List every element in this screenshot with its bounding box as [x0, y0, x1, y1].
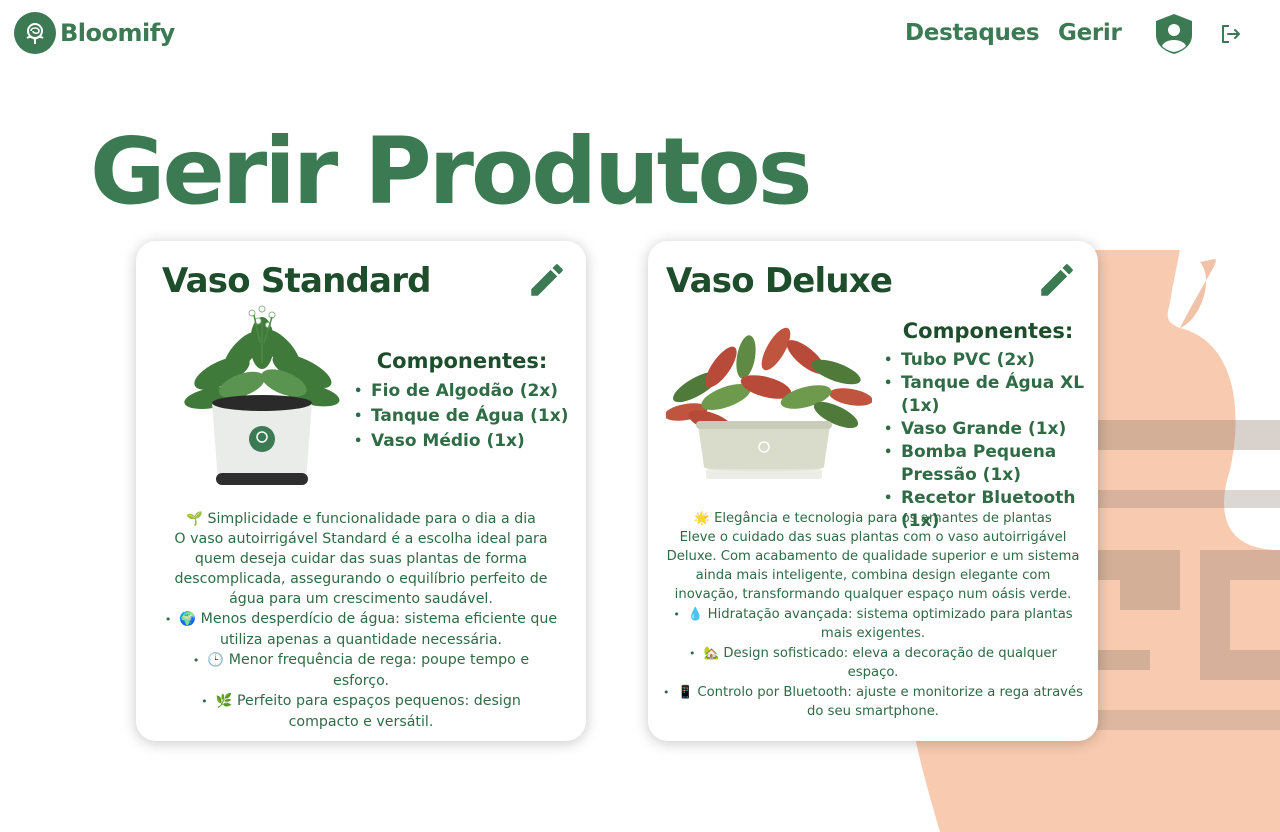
description-text: Eleve o cuidado das suas plantas com o v… — [666, 530, 1080, 602]
top-navbar: Bloomify Destaques Gerir — [0, 0, 1280, 70]
nav-link-highlights[interactable]: Destaques — [905, 20, 1040, 46]
product-tagline: 🌱 Simplicidade e funcionalidade para o d… — [164, 509, 558, 529]
edit-pencil-icon[interactable] — [526, 259, 568, 301]
feature-text: Perfeito para espaços pequenos: design c… — [236, 693, 521, 730]
feature-item: 💧 Hidratação avançada: sistema optimizad… — [662, 604, 1084, 643]
brand-name: Bloomify — [60, 19, 175, 47]
components-title: Componentes: — [376, 349, 548, 373]
feature-text: Hidratação avançada: sistema optimizado … — [707, 607, 1073, 641]
tagline-text: Elegância e tecnologia para os amantes d… — [714, 511, 1052, 526]
edit-pencil-icon[interactable] — [1036, 259, 1078, 301]
star-emoji-icon: 🌟 — [694, 510, 710, 525]
product-name: Vaso Standard — [162, 261, 432, 301]
feature-item: 🏡 Design sofisticado: eleva a decoração … — [662, 643, 1084, 682]
description-text: O vaso autoirrigável Standard é a escolh… — [174, 531, 548, 607]
page-title: Gerir Produtos — [90, 118, 813, 225]
sprout-emoji-icon: 🌱 — [186, 511, 203, 527]
component-item: Vaso Grande (1x) — [882, 418, 1094, 441]
logout-icon[interactable] — [1220, 23, 1242, 45]
feature-text: Menor frequência de rega: poupe tempo e … — [228, 652, 530, 689]
component-item: Tanque de Água XL (1x) — [882, 372, 1094, 418]
feature-item: 🕒 Menor frequência de rega: poupe tempo … — [164, 650, 558, 691]
feature-text: Controlo por Bluetooth: ajuste e monitor… — [697, 685, 1083, 719]
components-section: Componentes: Fio de Algodão (2x) Tanque … — [352, 349, 572, 454]
component-item: Fio de Algodão (2x) — [352, 379, 572, 404]
feature-text: Design sofisticado: eleva a decoração de… — [723, 646, 1057, 680]
feature-item: 🌿 Perfeito para espaços pequenos: design… — [164, 691, 558, 732]
component-item: Tubo PVC (2x) — [882, 349, 1094, 372]
product-description: 🌱 Simplicidade e funcionalidade para o d… — [164, 509, 558, 732]
house-emoji-icon: 🏡 — [703, 645, 720, 660]
features-list: 💧 Hidratação avançada: sistema optimizad… — [662, 604, 1084, 721]
feature-text: Menos desperdício de água: sistema efici… — [200, 611, 558, 648]
rose-logo-icon — [14, 12, 56, 54]
components-list: Fio de Algodão (2x) Tanque de Água (1x) … — [352, 379, 572, 454]
feature-item: 📱 Controlo por Bluetooth: ajuste e monit… — [662, 682, 1084, 721]
herb-emoji-icon: 🌿 — [215, 693, 233, 709]
nav-link-manage[interactable]: Gerir — [1058, 20, 1122, 46]
feature-item: 🌍 Menos desperdício de água: sistema efi… — [164, 609, 558, 650]
product-card-deluxe: Vaso Deluxe Componentes: Tubo PVC (2x) — [648, 241, 1098, 741]
component-item: Tanque de Água (1x) — [352, 404, 572, 429]
product-card-standard: Vaso Standard Componentes: Fio de Algodã… — [136, 241, 586, 741]
product-tagline: 🌟 Elegância e tecnologia para os amantes… — [662, 508, 1084, 528]
clock-emoji-icon: 🕒 — [207, 652, 225, 668]
features-list: 🌍 Menos desperdício de água: sistema efi… — [164, 609, 558, 732]
component-item: Vaso Médio (1x) — [352, 429, 572, 454]
droplet-emoji-icon: 💧 — [687, 606, 704, 621]
brand-logo[interactable]: Bloomify — [14, 12, 175, 54]
components-list: Tubo PVC (2x) Tanque de Água XL (1x) Vas… — [882, 349, 1094, 533]
components-title: Componentes: — [902, 319, 1074, 343]
product-image-standard-vase — [184, 305, 340, 485]
globe-emoji-icon: 🌍 — [179, 611, 197, 627]
phone-emoji-icon: 📱 — [677, 684, 694, 699]
product-image-deluxe-planter — [666, 327, 872, 479]
tagline-text: Simplicidade e funcionalidade para o dia… — [207, 511, 536, 527]
product-description: 🌟 Elegância e tecnologia para os amantes… — [662, 508, 1084, 721]
component-item: Bomba Pequena Pressão (1x) — [882, 441, 1094, 487]
user-shield-icon[interactable] — [1153, 13, 1195, 55]
product-name: Vaso Deluxe — [666, 261, 893, 301]
components-section: Componentes: Tubo PVC (2x) Tanque de Águ… — [882, 319, 1094, 533]
